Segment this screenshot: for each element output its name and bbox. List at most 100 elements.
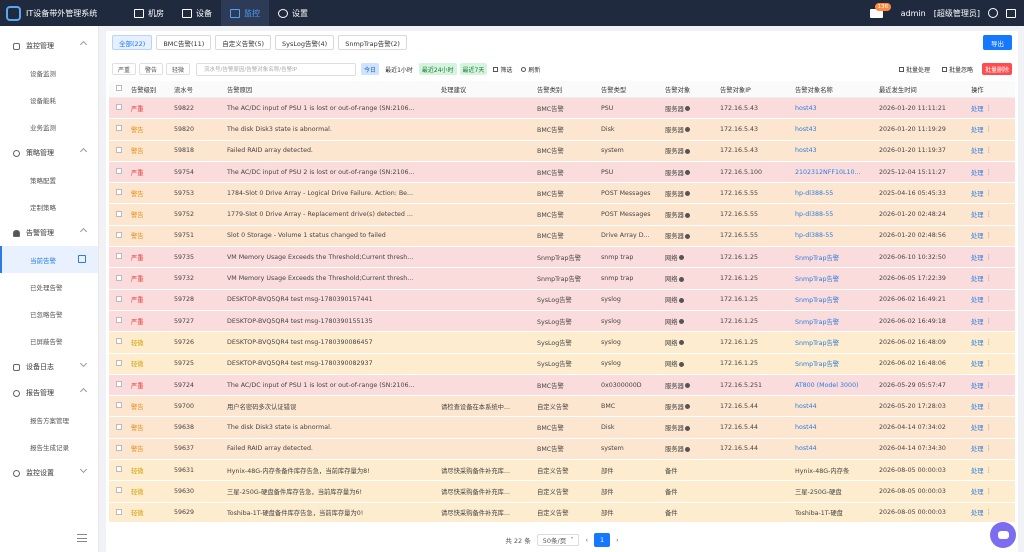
object-name-link[interactable]: host43 <box>795 105 879 112</box>
info-icon[interactable] <box>678 255 684 261</box>
batch-delete-button[interactable]: 批量删除 <box>981 63 1012 75</box>
table-row[interactable]: 警告 59638 The disk Disk3 state is abnormal.… <box>109 417 1015 439</box>
row-checkbox[interactable] <box>116 104 122 111</box>
info-icon[interactable] <box>684 383 690 388</box>
screen-icon[interactable] <box>1006 8 1016 18</box>
info-icon[interactable] <box>684 425 690 431</box>
info-icon[interactable] <box>684 404 690 410</box>
more-icon[interactable]: ⋮ <box>986 254 992 261</box>
table-row[interactable]: 严重 59754 The AC/DC input of PSU 2 is lost … <box>109 161 1015 184</box>
info-icon[interactable] <box>684 233 690 239</box>
more-icon[interactable]: ⋮ <box>986 339 992 346</box>
row-checkbox[interactable] <box>116 125 122 132</box>
table-row[interactable]: 警告 59700 用户名密码多次认证错误 请检查设备在本系统中... 自定义告警 BMC 服… <box>109 396 1015 418</box>
mail-icon[interactable]: 136 <box>869 2 892 18</box>
menu-item-device-monitor[interactable]: 设备监测 <box>0 59 98 86</box>
header-time[interactable]: 最近发生时间 <box>879 85 971 94</box>
batch-ignore-button[interactable]: 批量忽略 <box>939 65 976 74</box>
row-checkbox[interactable] <box>116 253 122 260</box>
row-checkbox[interactable] <box>116 146 122 153</box>
table-row[interactable]: 轻微 59726 DESKTOP-BVQ5QR4 test msg-17803900… <box>109 332 1015 354</box>
header-level[interactable]: 告警级别 <box>131 85 174 94</box>
menu-item-report-record[interactable]: 报告生成记录 <box>0 433 98 460</box>
table-row[interactable]: 严重 59724 The AC/DC input of PSU 1 is lost … <box>109 374 1015 397</box>
info-icon[interactable] <box>684 212 690 218</box>
object-name-link[interactable]: SnmpTrap告警 <box>795 317 879 326</box>
header-id[interactable]: 流水号 <box>174 85 227 94</box>
object-name-link[interactable]: 2102312NFF10L10... <box>795 169 879 176</box>
more-icon[interactable]: ⋮ <box>986 424 992 431</box>
object-name-link[interactable]: host43 <box>795 147 879 154</box>
menu-group-device-log[interactable]: 设备日志 <box>0 354 98 380</box>
menu-collapse-icon[interactable] <box>77 534 87 542</box>
tab-bmc[interactable]: BMC告警(11) <box>156 35 212 50</box>
process-link[interactable]: 处理 <box>971 508 984 517</box>
object-name-link[interactable]: host44 <box>795 403 879 410</box>
process-link[interactable]: 处理 <box>971 210 984 219</box>
table-row[interactable]: 轻微 59725 DESKTOP-BVQ5QR4 test msg-17803900… <box>109 353 1015 375</box>
object-name-link[interactable]: host43 <box>795 126 879 133</box>
more-icon[interactable]: ⋮ <box>986 296 992 303</box>
page-current[interactable]: 1 <box>594 533 611 547</box>
tab-snmptrap[interactable]: SnmpTrap告警(2) <box>338 35 407 50</box>
header-reason[interactable]: 告警原因 <box>227 85 441 94</box>
row-checkbox[interactable] <box>116 487 122 494</box>
menu-group-monitor[interactable]: 监控管理 <box>0 33 98 59</box>
time-7d-button[interactable]: 最近7天 <box>459 63 488 75</box>
table-row[interactable]: 警告 59753 1784-Slot 0 Drive Array - Logical… <box>109 183 1015 205</box>
header-ip[interactable]: 告警对象IP <box>720 85 795 94</box>
table-row[interactable]: 严重 59727 DESKTOP-BVQ5QR4 test msg-17803901… <box>109 310 1015 333</box>
object-name-link[interactable]: hp-dl388-55 <box>795 211 879 218</box>
info-icon[interactable] <box>684 446 690 452</box>
menu-group-alarm[interactable]: 告警管理 <box>0 220 98 246</box>
row-checkbox[interactable] <box>116 466 122 473</box>
process-link[interactable]: 处理 <box>971 317 984 326</box>
row-checkbox[interactable] <box>116 231 122 238</box>
row-checkbox[interactable] <box>116 189 122 196</box>
search-input[interactable]: 流水号/告警原因/告警对象名称/告警IP <box>196 62 357 76</box>
object-name-link[interactable]: host44 <box>795 424 879 431</box>
more-icon[interactable]: ⋮ <box>986 488 992 495</box>
info-icon[interactable] <box>678 276 684 282</box>
more-icon[interactable]: ⋮ <box>986 445 992 452</box>
row-checkbox[interactable] <box>116 274 122 281</box>
row-checkbox[interactable] <box>116 338 122 345</box>
row-checkbox[interactable] <box>116 444 122 451</box>
header-advice[interactable]: 处理建议 <box>441 85 537 94</box>
page-size-select[interactable]: 50条/页 ˅ <box>536 534 580 546</box>
filter-button[interactable]: 筛选 <box>490 65 515 74</box>
process-link[interactable]: 处理 <box>971 487 984 496</box>
level-chip-severe[interactable]: 严重 <box>112 63 137 75</box>
more-icon[interactable]: ⋮ <box>986 382 992 389</box>
level-chip-warning[interactable]: 警告 <box>139 63 164 75</box>
header-name[interactable]: 告警对象名称 <box>795 85 879 94</box>
table-row[interactable]: 轻微 59630 三星-250G-硬盘备件库存告急，当前库存量为6! 请尽快采购备件补… <box>109 481 1015 503</box>
row-checkbox[interactable] <box>116 317 122 324</box>
info-icon[interactable] <box>678 319 684 325</box>
next-page-icon[interactable]: › <box>616 536 619 544</box>
menu-item-policy-config[interactable]: 策略配置 <box>0 166 98 193</box>
process-link[interactable]: 处理 <box>971 231 984 240</box>
prev-page-icon[interactable]: ‹ <box>585 536 588 544</box>
topnav-room[interactable]: 机房 <box>125 0 173 26</box>
chat-icon[interactable] <box>990 522 1016 548</box>
process-link[interactable]: 处理 <box>971 104 984 113</box>
process-link[interactable]: 处理 <box>971 381 984 390</box>
object-name-link[interactable]: AT800 (Model 3000) <box>795 382 879 389</box>
object-name-link[interactable]: SnmpTrap告警 <box>795 253 879 262</box>
more-icon[interactable]: ⋮ <box>986 105 992 112</box>
more-icon[interactable]: ⋮ <box>986 467 992 474</box>
object-name-link[interactable]: SnmpTrap告警 <box>795 274 879 283</box>
process-link[interactable]: 处理 <box>971 359 984 368</box>
more-icon[interactable]: ⋮ <box>986 509 992 516</box>
row-checkbox[interactable] <box>116 359 122 366</box>
more-icon[interactable]: ⋮ <box>986 275 992 282</box>
topnav-device[interactable]: 设备 <box>173 0 221 26</box>
more-icon[interactable]: ⋮ <box>986 232 992 239</box>
level-chip-mild[interactable]: 轻微 <box>166 63 191 75</box>
row-checkbox[interactable] <box>116 423 122 430</box>
process-link[interactable]: 处理 <box>971 168 984 177</box>
more-icon[interactable]: ⋮ <box>986 169 992 176</box>
table-row[interactable]: 警告 59820 The disk Disk3 state is abnormal.… <box>109 119 1015 141</box>
process-link[interactable]: 处理 <box>971 444 984 453</box>
